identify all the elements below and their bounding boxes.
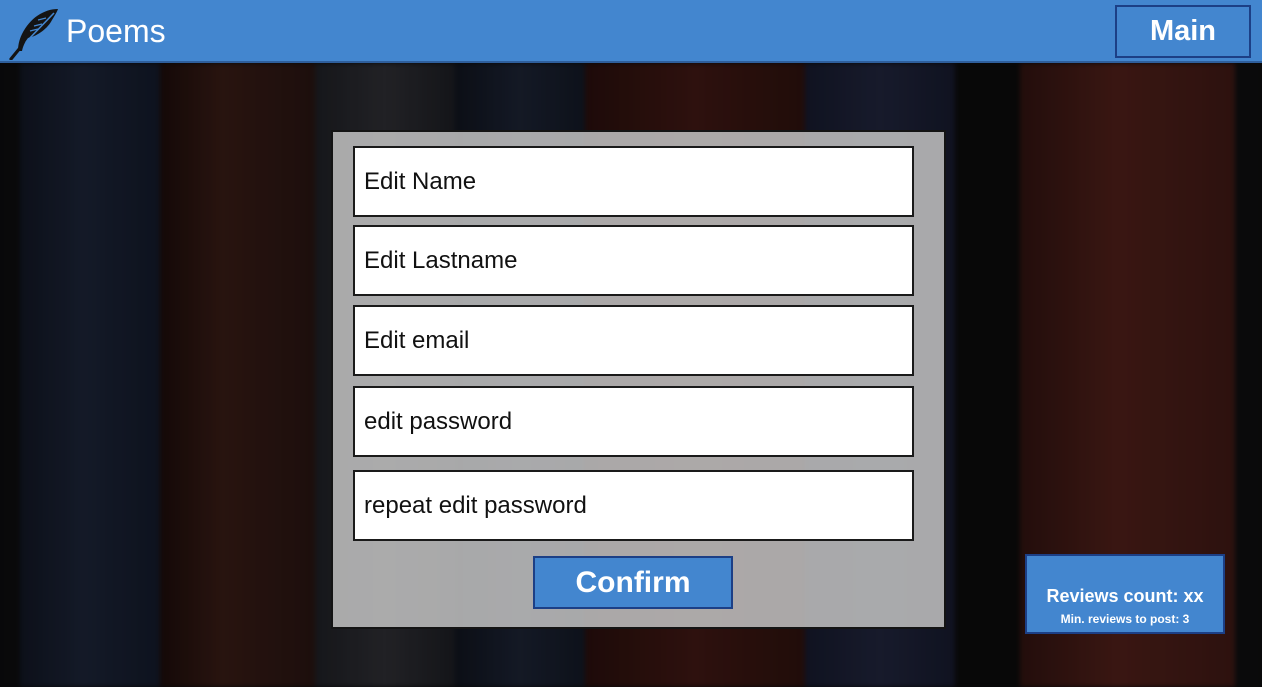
main-button[interactable]: Main <box>1115 5 1251 58</box>
edit-email-field[interactable]: Edit email <box>353 305 914 376</box>
edit-profile-form: Edit Name Edit Lastname Edit email edit … <box>331 130 946 629</box>
min-reviews-note: Min. reviews to post: 3 <box>1060 612 1190 626</box>
reviews-count: Reviews count: xx <box>1046 586 1204 606</box>
confirm-button[interactable]: Confirm <box>533 556 733 609</box>
edit-password-field[interactable]: edit password <box>353 386 914 457</box>
top-bar: Poems Main <box>0 0 1262 63</box>
edit-name-field[interactable]: Edit Name <box>353 146 914 217</box>
app-title: Poems <box>66 13 166 49</box>
edit-lastname-field[interactable]: Edit Lastname <box>353 225 914 296</box>
repeat-password-field[interactable]: repeat edit password <box>353 470 914 541</box>
reviews-info-box: Reviews count: xx Min. reviews to post: … <box>1025 554 1225 634</box>
feather-quill-icon[interactable] <box>8 6 62 60</box>
